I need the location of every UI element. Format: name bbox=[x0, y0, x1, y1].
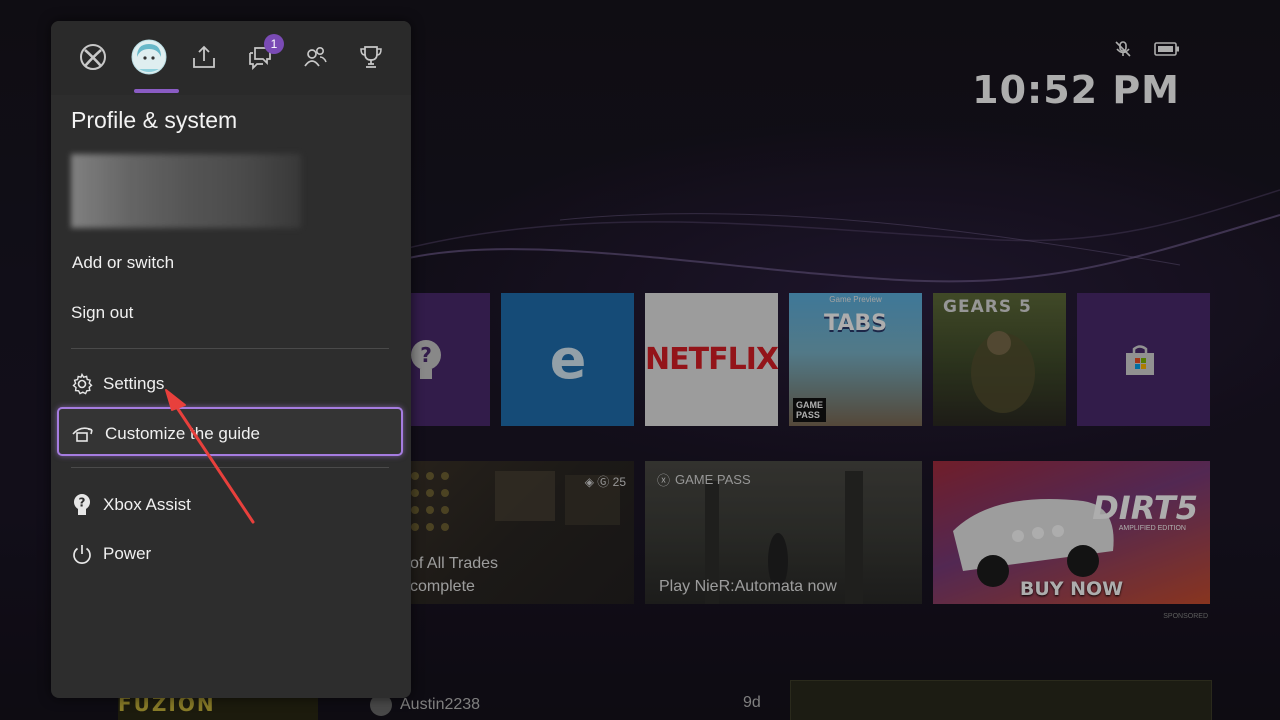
xbox-icon bbox=[80, 44, 106, 70]
divider bbox=[71, 348, 389, 349]
menu-label: Xbox Assist bbox=[103, 495, 191, 514]
add-or-switch-button[interactable]: Add or switch bbox=[72, 253, 174, 273]
svg-text:?: ? bbox=[79, 496, 86, 510]
sign-out-button[interactable]: Sign out bbox=[71, 303, 133, 323]
menu-label: Settings bbox=[103, 374, 165, 393]
trophy-icon bbox=[360, 46, 382, 68]
profile-card-blurred[interactable] bbox=[71, 154, 301, 228]
tab-people[interactable] bbox=[295, 37, 335, 77]
people-icon bbox=[304, 46, 327, 67]
customize-guide-icon bbox=[72, 427, 93, 442]
tab-xbox[interactable] bbox=[73, 37, 113, 77]
notification-badge: 1 bbox=[264, 34, 284, 54]
gear-icon bbox=[72, 373, 93, 395]
question-bulb-icon: ? bbox=[74, 494, 90, 515]
power-icon bbox=[73, 545, 91, 564]
page-title: Profile & system bbox=[71, 107, 238, 133]
tab-share[interactable] bbox=[184, 37, 224, 77]
guide-tab-bar: 1 bbox=[51, 21, 411, 95]
active-tab-indicator bbox=[134, 89, 179, 93]
xbox-assist-button[interactable]: ? Xbox Assist bbox=[71, 493, 191, 517]
avatar bbox=[131, 39, 167, 75]
tab-profile[interactable] bbox=[129, 37, 169, 77]
tab-achievements[interactable] bbox=[351, 37, 391, 77]
menu-label: Customize the guide bbox=[105, 424, 260, 443]
settings-button[interactable]: Settings bbox=[71, 373, 164, 395]
menu-label: Sign out bbox=[71, 303, 134, 322]
guide-panel: 1 Profile & system Add or switch Sign ou… bbox=[51, 21, 411, 698]
power-button[interactable]: Power bbox=[71, 543, 151, 565]
customize-guide-button[interactable]: Customize the guide bbox=[71, 423, 260, 445]
menu-label: Power bbox=[103, 544, 152, 563]
menu-label: Add or switch bbox=[72, 253, 175, 272]
divider bbox=[71, 467, 389, 468]
share-icon bbox=[193, 45, 215, 68]
